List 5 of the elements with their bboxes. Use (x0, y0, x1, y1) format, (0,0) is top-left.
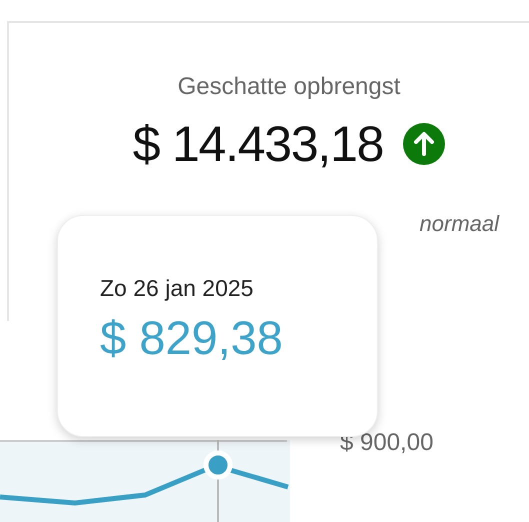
tooltip-date: Zo 26 jan 2025 (100, 274, 254, 303)
tooltip-value: $ 829,38 (100, 314, 284, 360)
card-title: Geschatte opbrengst (178, 75, 400, 99)
comparison-note: normaal (420, 211, 499, 236)
revenue-amount: $ 14.433,18 (132, 119, 384, 169)
